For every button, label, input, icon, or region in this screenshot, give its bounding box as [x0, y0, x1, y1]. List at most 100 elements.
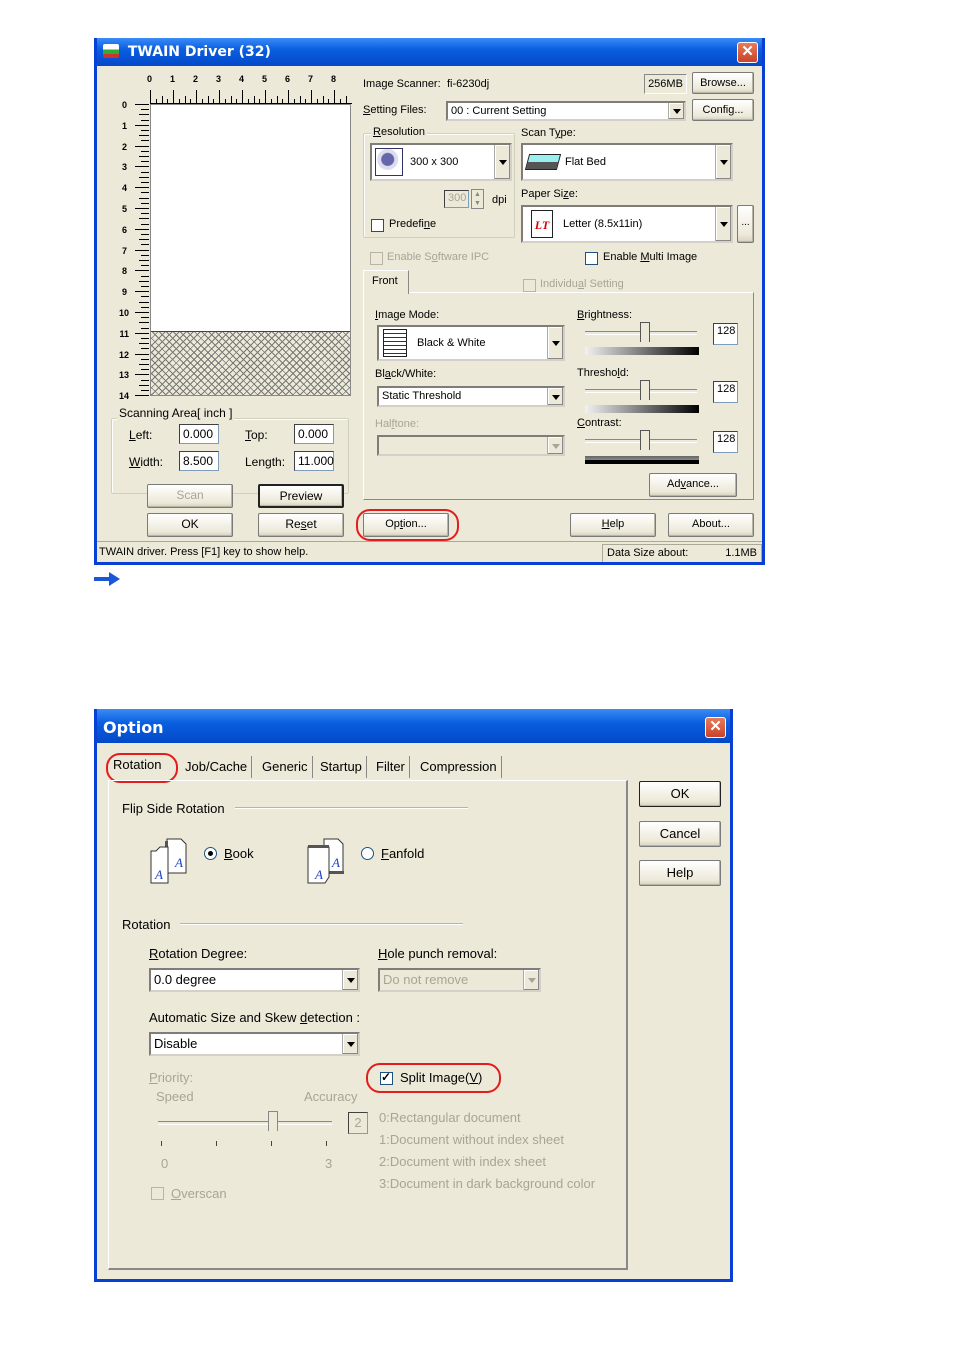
brightness-gradient — [585, 347, 699, 355]
priority-max-label: 3 — [325, 1156, 333, 1171]
rotation-divider — [180, 923, 463, 925]
help-button[interactable]: Help — [570, 513, 656, 537]
tab-front[interactable]: Front — [363, 270, 409, 294]
ruler-tick-label: 12 — [118, 349, 129, 360]
close-button[interactable]: ✕ — [737, 42, 758, 63]
brightness-slider-thumb[interactable] — [640, 322, 650, 342]
image-mode-select[interactable]: Black & White — [377, 325, 565, 361]
ruler-tick — [141, 379, 149, 381]
ruler-tick — [141, 265, 149, 267]
ruler-tick — [141, 286, 149, 287]
ruler-tick — [135, 291, 149, 293]
ruler-tick-label: 2 — [193, 74, 199, 84]
window-title: TWAIN Driver (32) — [127, 44, 271, 60]
brightness-field[interactable]: 128 — [713, 323, 738, 345]
title-bar[interactable]: Option — [97, 709, 730, 743]
halftone-select[interactable] — [377, 435, 565, 456]
ok-button[interactable]: OK — [147, 513, 233, 537]
fanfold-radio[interactable] — [361, 847, 374, 860]
enable-multi-image-checkbox[interactable] — [585, 252, 598, 265]
individual-setting-checkbox[interactable] — [523, 279, 536, 292]
black-white-select[interactable]: Static Threshold — [377, 386, 565, 407]
ruler-tick — [311, 90, 312, 104]
setting-files-select[interactable]: 00 : Current Setting — [446, 101, 686, 121]
ruler-tick — [141, 327, 149, 329]
priority-label: Priority: — [149, 1070, 194, 1085]
tab-compression[interactable]: Compression — [416, 756, 502, 778]
ruler-tick — [135, 208, 149, 209]
length-field[interactable]: 11.000 — [294, 451, 334, 471]
tab-startup[interactable]: Startup — [316, 756, 367, 778]
preview-button[interactable]: Preview — [258, 484, 344, 508]
ruler-tick-label: 1 — [170, 74, 176, 84]
ruler-tick — [141, 306, 149, 308]
top-field[interactable]: 0.000 — [294, 424, 334, 444]
contrast-field[interactable]: 128 — [713, 431, 738, 453]
paper-size-more-button[interactable]: ... — [737, 205, 754, 243]
scan-type-select[interactable]: Flat Bed — [521, 143, 733, 181]
scan-type-label: Scan Type: — [521, 127, 576, 139]
svg-text:A: A — [331, 855, 340, 870]
ruler-tick-label: 13 — [118, 370, 129, 381]
ruler-tick — [135, 228, 149, 230]
ruler-tick — [141, 358, 149, 360]
ok-button[interactable]: OK — [639, 781, 721, 807]
ruler-tick — [141, 348, 149, 350]
option-highlight — [356, 509, 459, 541]
priority-option-text: 3:Document in dark background color — [379, 1176, 596, 1191]
data-size-panel: Data Size about: 1.1MB — [602, 544, 762, 562]
ruler-tick — [139, 280, 149, 282]
ruler-tick — [135, 145, 149, 147]
ruler-tick-label: 1 — [121, 120, 127, 131]
priority-slider[interactable] — [158, 1121, 332, 1125]
overscan-checkbox[interactable] — [151, 1187, 164, 1200]
ruler-tick — [141, 213, 149, 215]
ruler-tick — [139, 176, 149, 178]
contrast-slider-thumb[interactable] — [640, 430, 650, 450]
ruler-tick-label: 7 — [308, 74, 314, 84]
dpi-field[interactable]: 300 — [444, 190, 469, 208]
vertical-ruler: 0 1 2 3 4 5 6 7 8 9 10 11 12 13 14 — [117, 100, 149, 412]
browse-button[interactable]: Browse... — [692, 72, 754, 94]
ruler-tick — [135, 332, 149, 334]
priority-slider-thumb[interactable] — [268, 1111, 278, 1131]
dpi-spinner[interactable]: ▲ ▼ — [471, 189, 484, 209]
cancel-button[interactable]: Cancel — [639, 821, 721, 847]
data-size-value: 1.1MB — [725, 547, 757, 559]
tab-filter[interactable]: Filter — [372, 756, 410, 778]
tab-jobcache[interactable]: Job/Cache — [181, 756, 253, 778]
setting-files-label: Setting Files: — [363, 104, 427, 116]
config-button[interactable]: Config... — [692, 99, 754, 121]
ruler-tick — [196, 90, 197, 104]
threshold-field[interactable]: 128 — [713, 381, 738, 403]
book-icon: A A — [150, 837, 200, 887]
scanning-area-title: Scanning Area[ inch ] — [117, 406, 235, 420]
left-field[interactable]: 0.000 — [179, 424, 219, 444]
priority-option-text: 2:Document with index sheet — [379, 1154, 546, 1169]
resolution-select[interactable]: 300 x 300 — [370, 143, 512, 181]
auto-size-skew-select[interactable]: Disable — [149, 1032, 360, 1056]
ruler-tick — [139, 114, 149, 116]
scan-button[interactable]: Scan — [147, 484, 233, 508]
individual-setting-label: Individual Setting — [540, 278, 624, 290]
title-bar[interactable]: TWAIN Driver (32) — [97, 38, 762, 66]
book-radio[interactable] — [204, 847, 217, 860]
width-field[interactable]: 8.500 — [179, 451, 219, 471]
threshold-slider-thumb[interactable] — [640, 380, 650, 400]
close-button[interactable]: ✕ — [705, 717, 726, 738]
advance-button[interactable]: Advance... — [649, 473, 737, 497]
ruler-tick — [139, 301, 149, 303]
predefine-checkbox[interactable] — [371, 219, 384, 232]
preview-area[interactable] — [150, 104, 351, 396]
reset-button[interactable]: Reset — [258, 513, 344, 537]
rotation-degree-select[interactable]: 0.0 degree — [149, 968, 360, 992]
paper-size-select[interactable]: LT Letter (8.5x11in) — [521, 205, 733, 243]
hole-punch-select[interactable]: Do not remove — [378, 968, 541, 992]
about-button[interactable]: About... — [668, 513, 754, 537]
ruler-tick-label: 8 — [331, 74, 337, 84]
help-button[interactable]: Help — [639, 860, 721, 886]
tab-generic[interactable]: Generic — [258, 756, 313, 778]
ruler-tick — [139, 156, 149, 157]
enable-software-ipc-checkbox[interactable] — [370, 252, 383, 265]
priority-value-field[interactable]: 2 — [348, 1112, 368, 1134]
